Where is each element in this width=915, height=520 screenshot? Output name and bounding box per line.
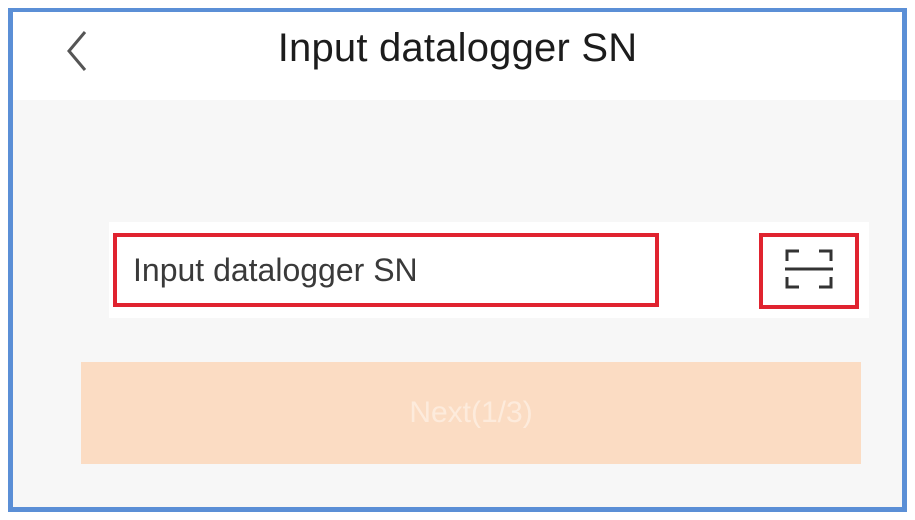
scan-icon bbox=[783, 247, 835, 296]
scan-button[interactable] bbox=[759, 233, 859, 309]
app-screen: Input datalogger SN Next(1/3) bbox=[8, 8, 907, 512]
page-title: Input datalogger SN bbox=[277, 26, 638, 70]
header-bar: Input datalogger SN bbox=[13, 12, 902, 100]
next-button[interactable]: Next(1/3) bbox=[81, 362, 861, 464]
datalogger-sn-input[interactable] bbox=[113, 233, 659, 307]
sn-input-row bbox=[109, 222, 869, 318]
next-button-label: Next(1/3) bbox=[409, 396, 533, 429]
